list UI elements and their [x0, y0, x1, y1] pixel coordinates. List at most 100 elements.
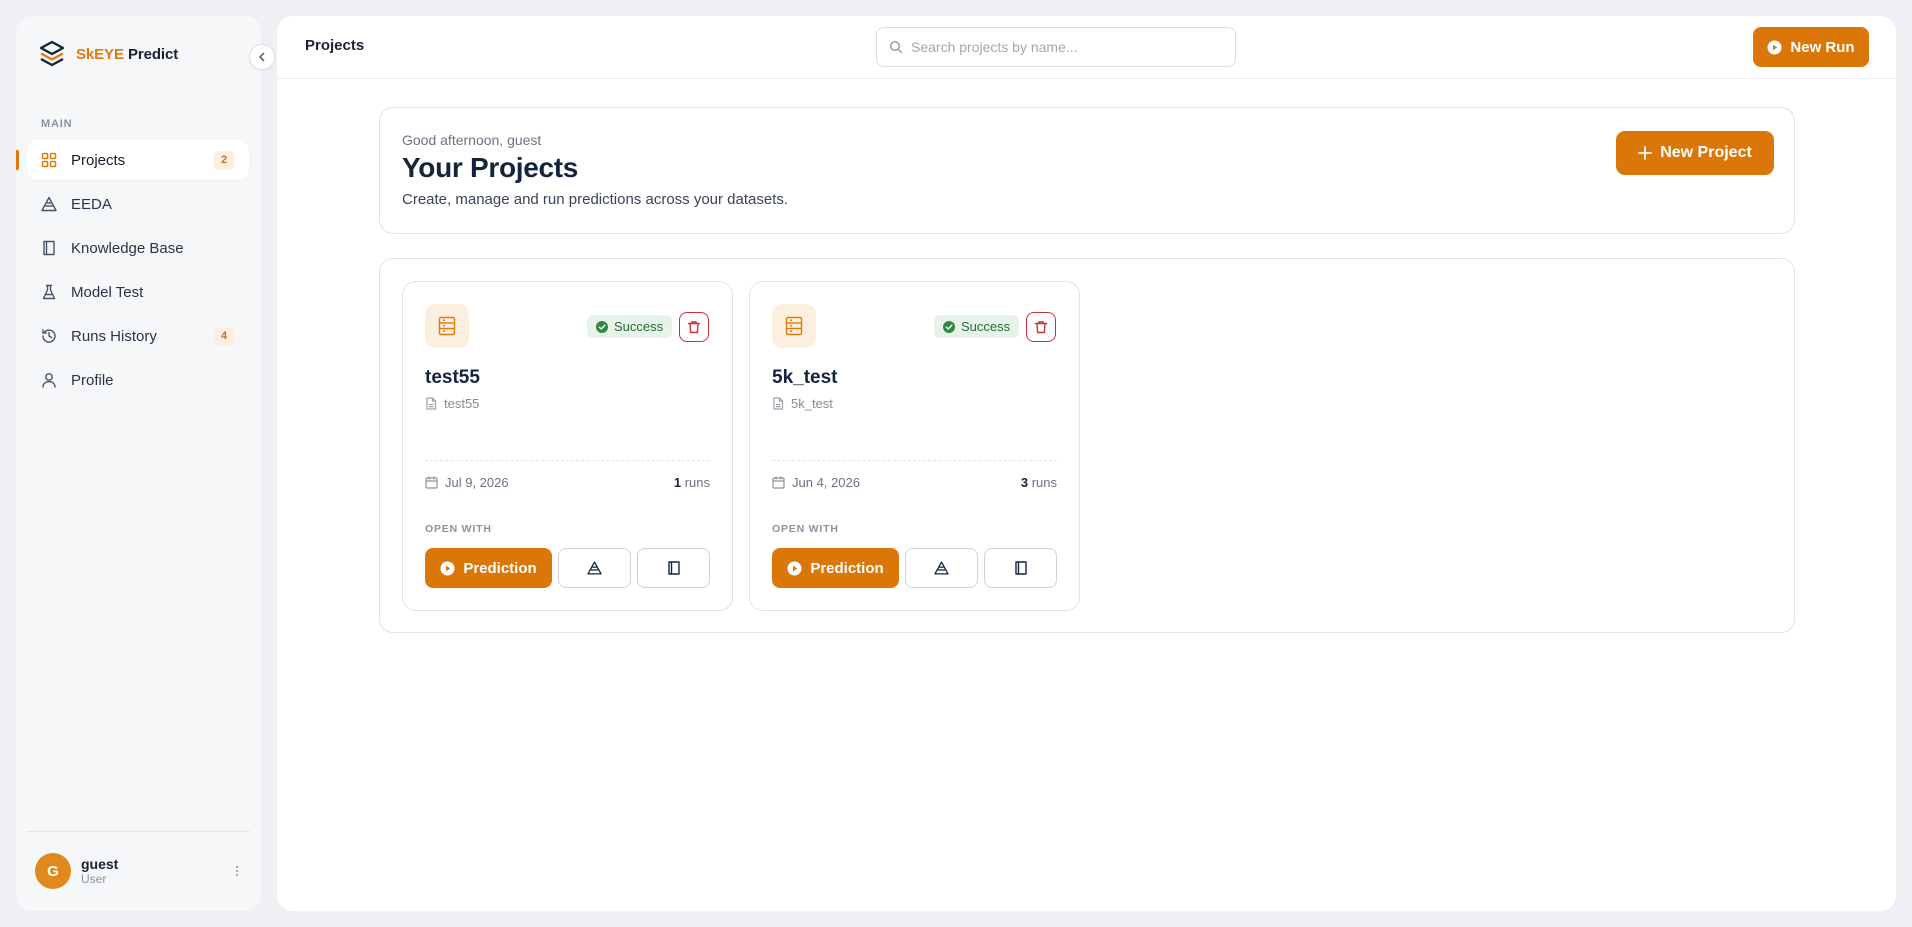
status-label: Success: [961, 319, 1011, 334]
calendar-icon: [772, 476, 785, 489]
project-date-value: Jun 4, 2026: [792, 475, 860, 490]
sidebar-item-eeda[interactable]: EEDA: [27, 184, 249, 224]
sidebar-item-runs-history[interactable]: Runs History 4: [27, 316, 249, 356]
trash-icon: [687, 320, 701, 334]
sidebar-item-label: EEDA: [71, 195, 112, 213]
file-icon: [772, 397, 784, 410]
grid-icon: [41, 152, 57, 168]
user-icon: [41, 372, 57, 388]
count-badge: 2: [213, 150, 235, 170]
card-actions: Prediction: [425, 548, 710, 588]
projects-grid: Success test55 test55 Jul 9, 2026 1 runs…: [379, 258, 1795, 633]
play-circle-icon: [440, 561, 455, 576]
calendar-icon: [425, 476, 438, 489]
sidebar-collapse-button[interactable]: [249, 44, 275, 70]
user-profile[interactable]: G guest User: [35, 852, 245, 890]
main-content: Projects New Run Good afternoon, guest Y…: [277, 16, 1896, 911]
sidebar-nav: Projects 2 EEDA Knowledge Base Model Tes…: [16, 140, 249, 404]
triangle-layers-icon: [41, 196, 57, 212]
project-file-name: 5k_test: [791, 396, 833, 411]
user-name: guest: [81, 855, 119, 872]
check-circle-icon: [596, 320, 608, 333]
search-input[interactable]: [911, 39, 1223, 55]
new-run-button[interactable]: New Run: [1753, 27, 1869, 67]
sidebar-item-label: Model Test: [71, 283, 144, 301]
project-file: 5k_test: [772, 396, 833, 411]
play-circle-icon: [1767, 40, 1782, 55]
database-icon: [772, 304, 816, 348]
sidebar-item-label: Knowledge Base: [71, 239, 184, 257]
book-icon: [667, 561, 680, 575]
play-circle-icon: [787, 561, 802, 576]
page-title: Projects: [305, 37, 365, 54]
chevron-left-icon: [256, 51, 268, 63]
open-knowledge-base-button[interactable]: [637, 548, 710, 588]
brand[interactable]: SkEYE Predict: [38, 36, 178, 72]
sidebar: SkEYE Predict MAIN Projects 2 EEDA Knowl…: [16, 16, 275, 911]
avatar: G: [35, 853, 71, 889]
card-divider: [425, 460, 710, 461]
runs-label: runs: [1031, 475, 1057, 490]
delete-project-button[interactable]: [679, 312, 709, 342]
open-eeda-button[interactable]: [905, 548, 978, 588]
project-name[interactable]: test55: [425, 367, 480, 389]
more-vertical-icon[interactable]: [229, 863, 245, 879]
open-with-label: OPEN WITH: [425, 523, 492, 535]
project-date: Jul 9, 2026: [425, 475, 509, 490]
open-with-label: OPEN WITH: [772, 523, 839, 535]
project-file-name: test55: [444, 396, 480, 411]
new-project-label: New Project: [1660, 144, 1752, 161]
open-prediction-button[interactable]: Prediction: [772, 548, 899, 588]
open-eeda-button[interactable]: [558, 548, 631, 588]
greeting: Good afternoon, guest: [402, 132, 542, 148]
open-knowledge-base-button[interactable]: [984, 548, 1057, 588]
triangle-layers-icon: [934, 561, 949, 575]
open-prediction-button[interactable]: Prediction: [425, 548, 552, 588]
count-badge: 4: [213, 326, 235, 346]
section-subtitle: Create, manage and run predictions acros…: [402, 191, 789, 208]
nav-section-label: MAIN: [41, 118, 73, 130]
status-badge: Success: [587, 315, 673, 338]
project-date: Jun 4, 2026: [772, 475, 860, 490]
sidebar-item-profile[interactable]: Profile: [27, 360, 249, 400]
sidebar-item-knowledge-base[interactable]: Knowledge Base: [27, 228, 249, 268]
search-icon: [889, 40, 903, 54]
sidebar-item-label: Profile: [71, 371, 114, 389]
card-actions: Prediction: [772, 548, 1057, 588]
project-card[interactable]: Success test55 test55 Jul 9, 2026 1 runs…: [402, 281, 733, 611]
book-icon: [1014, 561, 1027, 575]
status-badge: Success: [934, 315, 1020, 338]
runs-count: 1: [673, 475, 682, 490]
welcome-panel: Good afternoon, guest Your Projects Crea…: [379, 107, 1795, 234]
sidebar-item-projects[interactable]: Projects 2: [16, 140, 249, 180]
sidebar-divider: [27, 831, 250, 832]
status-label: Success: [614, 319, 664, 334]
project-name[interactable]: 5k_test: [772, 367, 838, 389]
trash-icon: [1034, 320, 1048, 334]
prediction-label: Prediction: [463, 559, 537, 577]
project-runs: 3 runs: [1021, 475, 1057, 490]
sidebar-item-model-test[interactable]: Model Test: [27, 272, 249, 312]
project-file: test55: [425, 396, 479, 411]
history-icon: [41, 328, 57, 344]
user-role: User: [81, 871, 107, 886]
card-divider: [772, 460, 1057, 461]
prediction-label: Prediction: [810, 559, 884, 577]
project-date-value: Jul 9, 2026: [445, 475, 509, 490]
section-title: Your Projects: [402, 152, 579, 183]
flask-icon: [41, 284, 57, 300]
delete-project-button[interactable]: [1026, 312, 1056, 342]
book-icon: [41, 240, 57, 256]
new-project-button[interactable]: New Project: [1616, 131, 1774, 175]
new-run-label: New Run: [1790, 38, 1855, 56]
sidebar-item-label: Projects: [71, 151, 126, 169]
triangle-layers-icon: [587, 561, 602, 575]
topbar: Projects New Run: [277, 16, 1896, 79]
check-circle-icon: [943, 320, 955, 333]
sidebar-item-label: Runs History: [71, 327, 157, 345]
file-icon: [425, 397, 437, 410]
project-runs: 1 runs: [674, 475, 710, 490]
project-card[interactable]: Success 5k_test 5k_test Jun 4, 2026 3 ru…: [749, 281, 1080, 611]
runs-count: 3: [1020, 475, 1029, 490]
search-box[interactable]: [876, 27, 1236, 67]
